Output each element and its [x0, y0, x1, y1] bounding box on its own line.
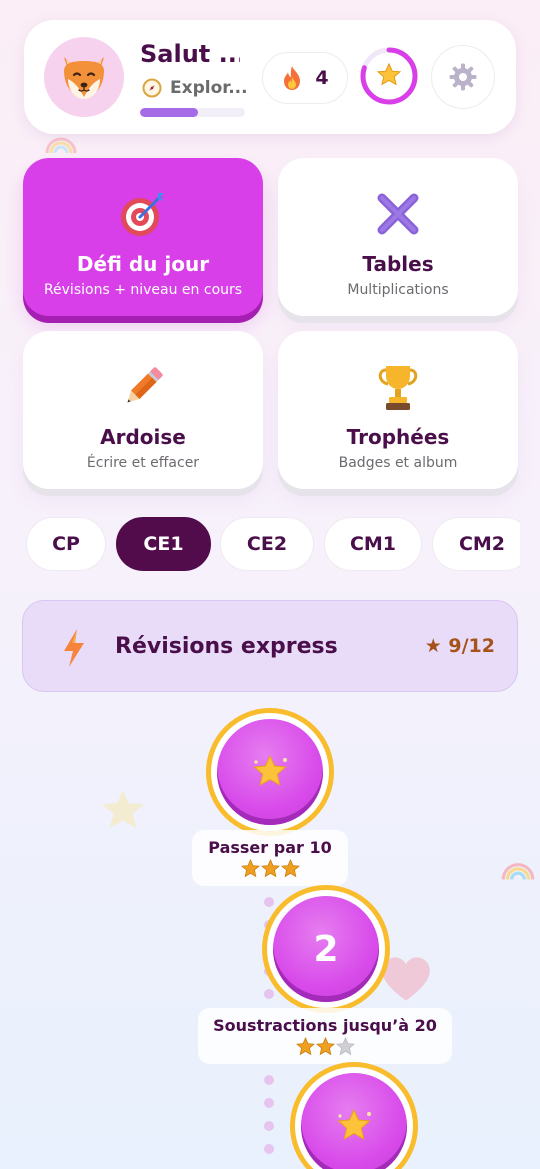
path-dot	[264, 1121, 274, 1131]
lesson-node[interactable]: 2	[262, 885, 390, 1013]
tile-title: Ardoise	[100, 425, 186, 449]
avatar[interactable]	[44, 37, 124, 117]
lesson-node[interactable]	[290, 1062, 418, 1169]
pencil-icon	[127, 367, 163, 403]
settings-button[interactable]	[431, 45, 495, 109]
path-dot	[264, 1098, 274, 1108]
target-icon	[121, 193, 164, 236]
gear-icon	[449, 63, 477, 91]
star-icon	[253, 754, 287, 787]
lesson-badge	[217, 719, 323, 825]
tile-subtitle: Révisions + niveau en cours	[43, 282, 243, 298]
lesson-label: Passer par 10	[192, 830, 348, 886]
grade-pill-cm2[interactable]: CM2	[432, 517, 520, 571]
star-empty-icon	[335, 1037, 355, 1056]
grade-pill-cm1[interactable]: CM1	[324, 517, 422, 571]
lesson-title: Passer par 10	[208, 838, 332, 857]
xp-progress-fill	[140, 108, 198, 117]
tile-title: Défi du jour	[76, 252, 210, 276]
profile-header: Salut ... Explor... 4	[24, 20, 516, 134]
rainbow-decoration	[501, 863, 535, 880]
streak-badge[interactable]: 4	[262, 52, 348, 104]
flame-icon	[284, 66, 301, 90]
rank-label: Explor...	[170, 78, 248, 98]
path-dot	[264, 897, 274, 907]
rank-row: Explor...	[142, 78, 248, 98]
grade-pill-ce1[interactable]: CE1	[116, 517, 211, 571]
compass-icon	[142, 78, 162, 98]
xp-progress-bar	[140, 108, 245, 117]
trophies-tile[interactable]: Trophées Badges et album	[278, 331, 518, 489]
lightning-icon	[64, 629, 84, 667]
lesson-badge	[301, 1073, 407, 1169]
lesson-node[interactable]	[206, 708, 334, 836]
greeting-title: Salut ...	[140, 40, 240, 68]
star-filled-icon	[295, 1037, 315, 1056]
lesson-title: Soustractions jusqu’à 20	[213, 1016, 437, 1035]
lesson-label: Soustractions jusqu’à 20	[198, 1008, 452, 1064]
tile-subtitle: Écrire et effacer	[86, 455, 200, 471]
daily-challenge-tile[interactable]: Défi du jour Révisions + niveau en cours	[23, 158, 263, 316]
star-filled-icon	[240, 859, 260, 878]
section-score: ★ 9/12	[424, 635, 495, 657]
star-progress-ring[interactable]	[358, 45, 420, 107]
section-banner[interactable]: Révisions express ★ 9/12	[22, 600, 518, 692]
star-icon	[337, 1108, 371, 1141]
path-dot	[264, 1144, 274, 1154]
path-dot	[264, 989, 274, 999]
grade-selector: CP CE1 CE2 CM1 CM2	[24, 517, 520, 573]
tile-title: Trophées	[346, 425, 450, 449]
fox-icon	[64, 57, 104, 99]
trophy-icon	[378, 366, 418, 410]
streak-count: 4	[315, 67, 329, 89]
star-filled-icon	[280, 859, 300, 878]
rainbow-decoration	[45, 137, 77, 154]
path-dot	[264, 1075, 274, 1085]
tile-title: Tables	[362, 252, 434, 276]
slate-tile[interactable]: Ardoise Écrire et effacer	[23, 331, 263, 489]
star-filled-icon	[315, 1037, 335, 1056]
grade-pill-ce2[interactable]: CE2	[220, 517, 314, 571]
multiply-icon	[377, 193, 419, 235]
lesson-stars	[240, 859, 300, 878]
tile-subtitle: Multiplications	[347, 282, 449, 298]
section-title: Révisions express	[115, 634, 338, 659]
lesson-badge: 2	[273, 896, 379, 1002]
lesson-stars	[295, 1037, 355, 1056]
star-decoration	[102, 789, 144, 829]
tile-subtitle: Badges et album	[338, 455, 458, 471]
tables-tile[interactable]: Tables Multiplications	[278, 158, 518, 316]
grade-pill-cp[interactable]: CP	[26, 517, 106, 571]
star-filled-icon	[260, 859, 280, 878]
